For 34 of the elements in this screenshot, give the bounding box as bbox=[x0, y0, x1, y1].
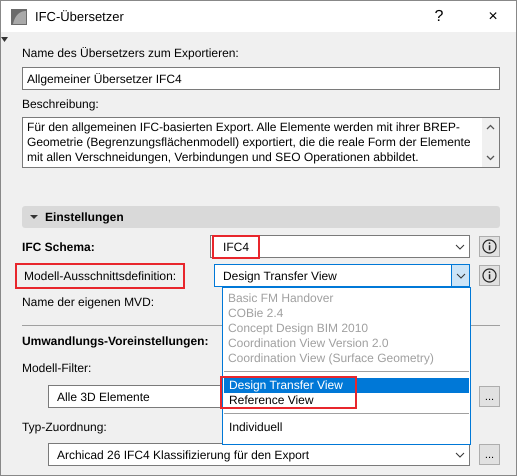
corner-arrow-icon bbox=[1, 37, 8, 42]
close-button[interactable]: × bbox=[470, 1, 516, 32]
field-label: Typ-Zuordnung: bbox=[22, 420, 107, 434]
more-button[interactable]: ... bbox=[479, 386, 500, 407]
app-logo-icon bbox=[11, 8, 27, 24]
section-label: Umwandlungs-Voreinstellungen: bbox=[22, 334, 208, 348]
scroll-up-icon[interactable] bbox=[486, 124, 495, 130]
info-button[interactable] bbox=[479, 236, 500, 257]
info-button[interactable] bbox=[479, 265, 500, 286]
help-button[interactable]: ? bbox=[416, 1, 462, 32]
chevron-down-icon bbox=[455, 244, 465, 250]
section-title: Einstellungen bbox=[45, 210, 124, 224]
more-button[interactable]: ... bbox=[479, 444, 500, 465]
chevron-down-icon bbox=[456, 272, 466, 278]
field-label: Modell-Filter: bbox=[22, 361, 92, 375]
dropdown-option[interactable]: Individuell bbox=[224, 420, 469, 435]
dropdown-option[interactable]: Reference View bbox=[224, 393, 469, 408]
input-field[interactable]: Allgemeiner Übersetzer IFC4 bbox=[22, 67, 500, 90]
window-title: IFC-Übersetzer bbox=[35, 9, 125, 24]
field-label: Name der eigenen MVD: bbox=[22, 295, 154, 309]
dropdown-option[interactable]: Design Transfer View bbox=[224, 378, 469, 393]
scrollbar[interactable] bbox=[482, 118, 499, 167]
section-header[interactable]: Einstellungen bbox=[22, 206, 500, 228]
description-field[interactable]: Für den allgemeinen IFC-basierten Export. Alle Elemente werden mit ihrer BREP-Geometrie (Begrenzungsflächenmodell) exportiert, die die reale Form der Elemente mit allen Verschneidungen, Verbindungen und SEO Operationen abbildet. bbox=[22, 117, 500, 168]
scroll-down-icon[interactable] bbox=[486, 155, 495, 161]
field-label: Name des Übersetzers zum Exportieren: bbox=[22, 46, 239, 60]
chevron-down-icon bbox=[455, 452, 465, 458]
field-label: Modell-Ausschnittsdefinition: bbox=[15, 262, 186, 288]
schema-dropdown[interactable]: IFC4 bbox=[210, 235, 470, 258]
caret-down-icon bbox=[30, 213, 38, 221]
mapping-dropdown[interactable]: Archicad 26 IFC4 Klassifizierung für den Export bbox=[48, 443, 470, 466]
field-label: Beschreibung: bbox=[22, 96, 99, 110]
mvd-dropdown[interactable]: Design Transfer View bbox=[214, 264, 470, 287]
field-label: IFC Schema: bbox=[22, 240, 95, 254]
